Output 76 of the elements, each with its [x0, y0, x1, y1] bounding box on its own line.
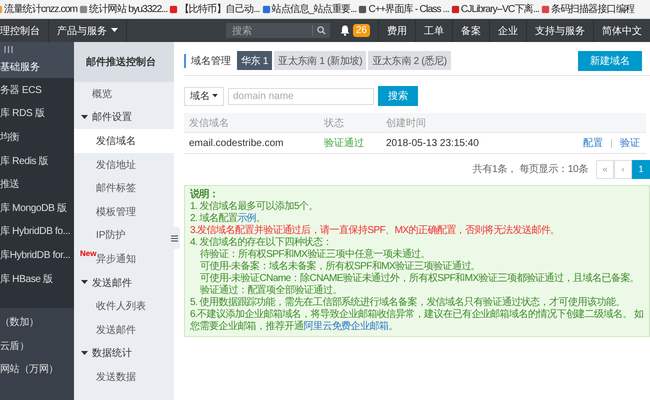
sidebar-item[interactable]: 网站（万网）: [0, 358, 74, 382]
bookmark-link[interactable]: C++界面库 - Class ...: [358, 2, 449, 16]
new-label: New: [80, 249, 96, 258]
sidebar-item[interactable]: 云盾）: [0, 334, 74, 358]
caret-icon: [212, 94, 218, 98]
note-link[interactable]: 阿里云免费企业邮箱: [303, 321, 388, 332]
nav-item[interactable]: 收件人列表: [74, 294, 174, 318]
note-text: 6.不建议添加企业邮箱域名，将导致企业邮箱收信异常，建议在已有企业邮箱域名的情况下创建二级域名。 如您需要企业邮箱，推荐开通阿里云免费企业邮箱。: [190, 309, 644, 333]
sidebar-item[interactable]: 库 MongoDB 版: [0, 196, 74, 220]
nav-group[interactable]: 数据统计: [74, 342, 174, 366]
search-field[interactable]: 搜索: [226, 23, 330, 38]
nav-item[interactable]: 发送数据: [74, 365, 174, 389]
menu-icon[interactable]: [4, 46, 13, 52]
pagination-summary: 共有1条， 每页显示：10条: [472, 162, 588, 176]
notification-badge: 26: [352, 24, 370, 37]
bookmark-link[interactable]: 【比特币】自己动...: [169, 2, 260, 16]
caret-icon: [111, 28, 118, 33]
column-header: 发信域名: [189, 116, 230, 130]
note-text: 4. 发信域名的存在以下四种状态：: [190, 237, 333, 248]
column-header: 创建时间: [386, 116, 427, 130]
nav-group[interactable]: 发送邮件: [74, 270, 174, 294]
bookmark-link[interactable]: 统计网站 byu3322...: [79, 2, 168, 16]
note-text: 可使用-未备案：域名未备案，所有权SPF和MX验证三项验证通过。: [199, 261, 482, 272]
favicon-icon: [79, 4, 88, 14]
status-text: 验证通过: [324, 136, 365, 150]
bookmark-link[interactable]: 流量统计cnzz.com: [0, 2, 78, 16]
favicon-icon: [541, 4, 550, 14]
sidebar-item[interactable]: 库 Redis 版: [0, 148, 74, 172]
note-text: 待验证：所有权SPF和MX验证三项中任意一项未通过。: [199, 249, 432, 260]
nav-item[interactable]: 概览: [74, 82, 174, 106]
domain-input[interactable]: domain name: [228, 88, 374, 104]
sidebar-item[interactable]: 推送: [0, 172, 74, 196]
sidebar-item[interactable]: （数加）: [0, 310, 74, 334]
bell-icon[interactable]: [340, 25, 350, 36]
sidebar-item[interactable]: 均衡: [0, 125, 74, 149]
action-link[interactable]: 配置: [583, 136, 603, 150]
favicon-icon: [358, 4, 368, 14]
note-text: 验证通过：配置项全部验证通过。: [199, 285, 343, 296]
sidebar-item[interactable]: 务器 ECS: [0, 78, 74, 102]
favicon-icon: [262, 4, 271, 14]
region-tab[interactable]: 亚太东南 2 (悉尼): [368, 51, 451, 70]
collapse-handle[interactable]: [169, 227, 180, 249]
nav-item[interactable]: 发信地址: [74, 152, 174, 176]
note-text: 可使用-未验证CName：除CNAME验证未通过外，所有权SPF和MX验证三项都验证通过，且域名已备案。: [199, 273, 640, 284]
sidebar-item[interactable]: 库HybridDB for...: [0, 243, 74, 267]
nav-group[interactable]: 邮件设置: [74, 106, 174, 130]
note-text: 5. 使用数据跟踪功能，需先在工信部系统进行域名备案，发信域名只有验证通过状态，才可使用该功能。: [190, 297, 626, 308]
sidebar-item[interactable]: 库 HBase 版: [0, 266, 74, 290]
console-nav-title: 邮件推送控制台: [74, 42, 174, 82]
bookmark-link[interactable]: CJLibrary--VC下离...: [450, 2, 540, 16]
nav-item[interactable]: 模板管理: [74, 200, 174, 224]
search-icon: [316, 26, 326, 35]
bookmark-link[interactable]: 条码扫描器接口编程: [541, 2, 634, 16]
sidebar-item[interactable]: 库 HybridDB fo...: [0, 220, 74, 244]
region-tab[interactable]: 亚太东南 1 (新加坡): [274, 51, 366, 70]
note-text: 3.发信域名配置并验证通过后，请一直保持SPF、MX的正确配置，否则将无法发送邮件。: [190, 225, 561, 236]
menu-icon: [171, 234, 178, 242]
favicon-icon: [450, 4, 460, 14]
nav-item[interactable]: 发送邮件: [74, 318, 174, 342]
note-text: 1. 发信域名最多可以添加5个。: [190, 201, 319, 212]
field-select[interactable]: 域名: [184, 86, 224, 106]
page-title: 域名管理: [184, 54, 231, 68]
region-tab[interactable]: 华东 1: [237, 51, 272, 70]
note-text: 2. 域名配置示例。: [190, 213, 267, 224]
column-header: 状态: [324, 116, 345, 130]
note-link[interactable]: 示例: [237, 213, 256, 224]
table-cell-text: email.codestribe.com: [189, 138, 284, 148]
notes-title: 说明：: [190, 189, 220, 200]
nav-item[interactable]: 邮件标签: [74, 176, 174, 200]
favicon-icon: [169, 4, 178, 14]
sidebar-section-title[interactable]: 基础服务: [0, 56, 74, 78]
action-link[interactable]: 验证: [620, 136, 640, 150]
bookmark-link[interactable]: 站点信息_站点重要...: [262, 2, 356, 16]
table-cell-text: 2018-05-13 23:15:40: [386, 138, 480, 148]
nav-item[interactable]: 发信域名: [74, 129, 174, 153]
sidebar-item[interactable]: 库 RDS 版: [0, 102, 74, 126]
